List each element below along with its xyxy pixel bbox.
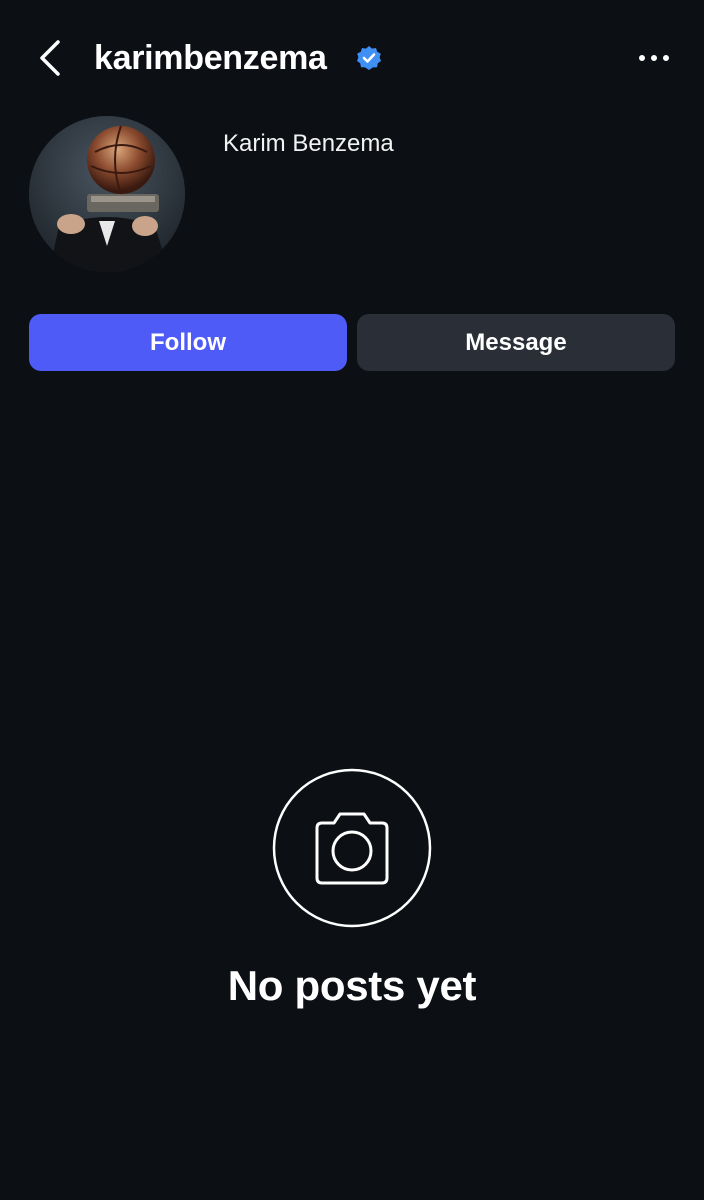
profile-display-name: Karim Benzema: [223, 130, 394, 157]
follow-button[interactable]: Follow: [29, 314, 347, 371]
more-options-button[interactable]: [630, 40, 678, 76]
avatar-photo: [29, 116, 185, 272]
more-horizontal-icon: [639, 55, 669, 61]
profile-header: karimbenzema: [0, 0, 704, 116]
chevron-left-icon: [40, 40, 60, 76]
message-button[interactable]: Message: [357, 314, 675, 371]
profile-username: karimbenzema: [94, 39, 327, 77]
verified-badge-icon: [357, 46, 381, 70]
camera-icon: [272, 768, 432, 928]
back-button[interactable]: [30, 36, 70, 80]
profile-avatar[interactable]: [29, 116, 185, 272]
empty-state-text: No posts yet: [227, 962, 477, 1009]
